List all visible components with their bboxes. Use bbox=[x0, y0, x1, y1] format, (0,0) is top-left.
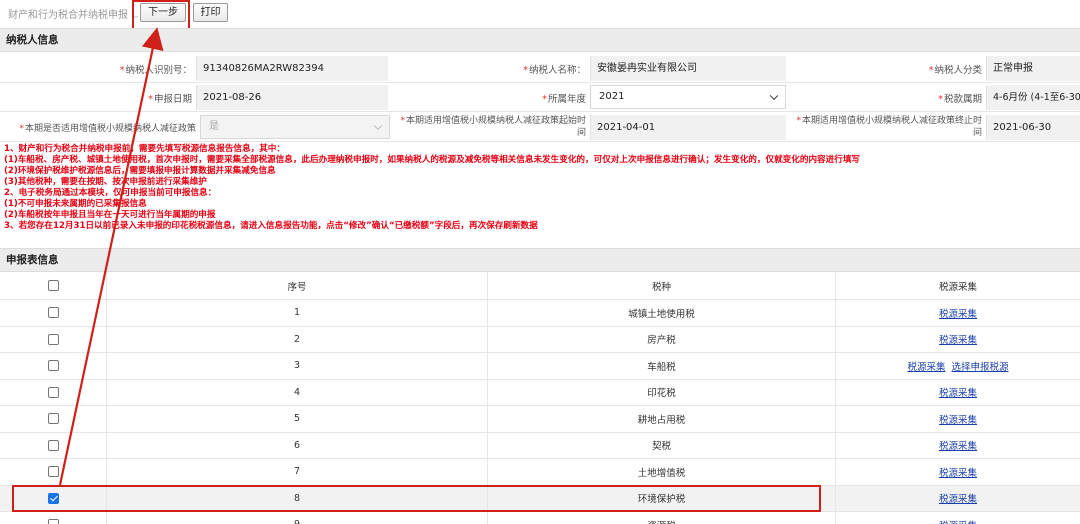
arrow-line bbox=[58, 27, 164, 486]
red-arrow-annotation bbox=[58, 27, 164, 486]
